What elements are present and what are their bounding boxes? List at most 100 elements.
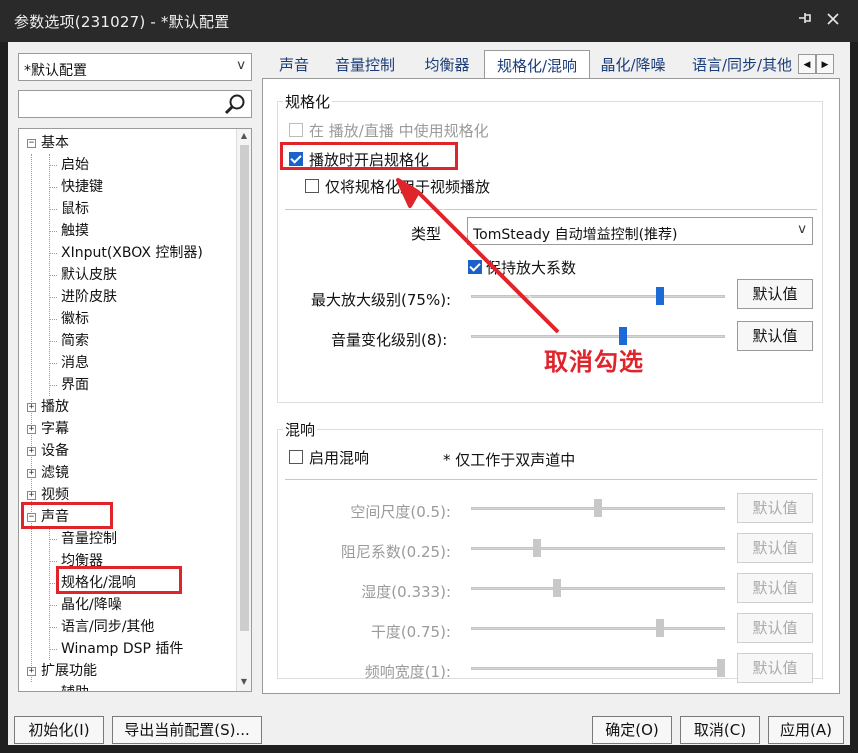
reverb-param-default-button[interactable]: 默认值 <box>737 653 813 683</box>
reverb-param-slider-thumb[interactable] <box>717 659 725 677</box>
tree-item[interactable]: Winamp DSP 插件 <box>61 638 183 660</box>
volume-level-default-button[interactable]: 默认值 <box>737 321 813 351</box>
tree-scrollbar[interactable]: ▲ ▼ <box>236 129 251 691</box>
ok-button[interactable]: 确定(O) <box>592 716 672 744</box>
reverb-param-slider[interactable] <box>471 587 725 590</box>
tree-item[interactable]: 基本 <box>41 132 69 154</box>
title-bar: 参数选项(231027) - *默认配置 <box>0 0 858 42</box>
tree-connector <box>49 253 57 254</box>
tab-volume-control[interactable]: 音量控制 <box>324 52 406 78</box>
magnifier-icon[interactable] <box>223 93 247 121</box>
reverb-param-default-button[interactable]: 默认值 <box>737 573 813 603</box>
reverb-param-label: 空间尺度(0.5): <box>350 503 451 521</box>
tab-normalize-reverb[interactable]: 规格化/混响 <box>484 50 590 79</box>
tree-item[interactable]: 音量控制 <box>61 528 117 550</box>
tree-expander-icon[interactable]: + <box>27 403 36 412</box>
tab-panel: 规格化 在 播放/直播 中使用规格化 播放时开启规格化 仅将规格化用于视频播放 … <box>262 78 840 694</box>
tree-item[interactable]: 播放 <box>41 396 69 418</box>
tab-sound[interactable]: 声音 <box>272 52 316 78</box>
chevron-down-icon: v <box>237 58 245 73</box>
tree-item[interactable]: 快捷键 <box>61 176 103 198</box>
dialog-client: *默认配置 v − 基本 启始 快捷键 鼠标 触摸 XInput(XBOX 控制器) 默认皮肤… <box>8 42 850 745</box>
max-level-slider-thumb[interactable] <box>655 287 664 305</box>
tree-item[interactable]: 简索 <box>61 330 89 352</box>
reverb-param-default-button[interactable]: 默认值 <box>737 493 813 523</box>
tab-crystalize-denoise[interactable]: 晶化/降噪 <box>592 52 674 78</box>
reverb-param-slider[interactable] <box>471 547 725 550</box>
tree-connector <box>49 165 57 166</box>
tree-expander-icon[interactable]: + <box>27 425 36 434</box>
tree-connector <box>49 209 57 210</box>
reverb-param-slider-thumb[interactable] <box>655 619 664 637</box>
reverb-param-slider-thumb[interactable] <box>532 539 541 557</box>
tree-connector <box>49 363 57 364</box>
annotation-arrow <box>396 178 564 334</box>
use-during-live-label: 在 播放/直播 中使用规格化 <box>309 122 489 140</box>
tree-connector <box>49 649 57 650</box>
tree-guide-line <box>49 528 50 660</box>
reverb-param-slider[interactable] <box>471 627 725 630</box>
tab-language-sync-other[interactable]: 语言/同步/其他 <box>682 52 802 78</box>
reverb-param-default-button[interactable]: 默认值 <box>737 613 813 643</box>
reverb-param-slider-thumb[interactable] <box>552 579 561 597</box>
scroll-up-icon[interactable]: ▲ <box>237 129 251 143</box>
export-config-button[interactable]: 导出当前配置(S)... <box>112 716 262 744</box>
tree-item[interactable]: 鼠标 <box>61 198 89 220</box>
tree-item[interactable]: 消息 <box>61 352 89 374</box>
tree-item[interactable]: 进阶皮肤 <box>61 286 117 308</box>
reverb-group-title: 混响 <box>283 419 318 440</box>
tree-expander-icon[interactable]: + <box>27 667 36 676</box>
tree-item[interactable]: 界面 <box>61 374 89 396</box>
pin-icon[interactable] <box>794 10 816 32</box>
window-title: 参数选项(231027) - *默认配置 <box>14 13 230 31</box>
tree-item[interactable]: 设备 <box>41 440 69 462</box>
tree-connector <box>49 319 57 320</box>
tree-item[interactable]: 徽标 <box>61 308 89 330</box>
tree-connector <box>49 539 57 540</box>
tree-connector <box>49 231 57 232</box>
reverb-param-default-button[interactable]: 默认值 <box>737 533 813 563</box>
use-during-live-checkbox[interactable] <box>289 123 303 137</box>
tree-connector <box>49 561 57 562</box>
reverb-param-slider-thumb[interactable] <box>594 499 602 517</box>
tree-item[interactable]: 晶化/降噪 <box>61 594 122 616</box>
tree-item[interactable]: 滤镜 <box>41 462 69 484</box>
highlight-box-enable-normalize <box>280 142 458 170</box>
tree-item[interactable]: 启始 <box>61 154 89 176</box>
max-level-default-button[interactable]: 默认值 <box>737 279 813 309</box>
tree-item[interactable]: 默认皮肤 <box>61 264 117 286</box>
tree-connector <box>49 385 57 386</box>
profile-select[interactable]: *默认配置 v <box>18 53 252 81</box>
apply-button[interactable]: 应用(A) <box>768 716 844 744</box>
video-only-checkbox[interactable] <box>305 179 319 193</box>
tree-connector <box>49 341 57 342</box>
chevron-down-icon: v <box>798 222 806 237</box>
tree-item[interactable]: 扩展功能 <box>41 660 97 682</box>
close-icon[interactable] <box>822 10 844 32</box>
tab-scroll-left-icon[interactable]: ◀ <box>798 54 816 74</box>
tree-item[interactable]: 辅助 <box>61 682 89 691</box>
cancel-button[interactable]: 取消(C) <box>680 716 760 744</box>
tab-equalizer[interactable]: 均衡器 <box>414 52 480 78</box>
settings-tree[interactable]: − 基本 启始 快捷键 鼠标 触摸 XInput(XBOX 控制器) 默认皮肤 进阶皮肤 徽标 简索… <box>18 128 252 692</box>
tree-connector <box>49 275 57 276</box>
initialize-button[interactable]: 初始化(I) <box>14 716 104 744</box>
tab-scroll-right-icon[interactable]: ▶ <box>816 54 834 74</box>
tree-expander-icon[interactable]: + <box>27 491 36 500</box>
tree-item[interactable]: 字幕 <box>41 418 69 440</box>
reverb-param-slider[interactable] <box>471 667 725 670</box>
tree-expander-icon[interactable]: − <box>27 139 36 148</box>
search-input[interactable] <box>18 90 252 118</box>
annotation-label: 取消勾选 <box>544 348 644 376</box>
tree-guide-line <box>31 154 32 682</box>
tree-item[interactable]: 触摸 <box>61 220 89 242</box>
reverb-param-label: 频响宽度(1): <box>364 663 451 681</box>
tree-item[interactable]: 语言/同步/其他 <box>61 616 154 638</box>
scroll-thumb[interactable] <box>240 145 249 631</box>
enable-reverb-checkbox[interactable] <box>289 450 303 464</box>
tree-expander-icon[interactable]: + <box>27 447 36 456</box>
tree-expander-icon[interactable]: + <box>27 469 36 478</box>
enable-reverb-label: 启用混响 <box>309 449 370 467</box>
tree-item[interactable]: XInput(XBOX 控制器) <box>61 242 203 264</box>
scroll-down-icon[interactable]: ▼ <box>237 675 251 689</box>
